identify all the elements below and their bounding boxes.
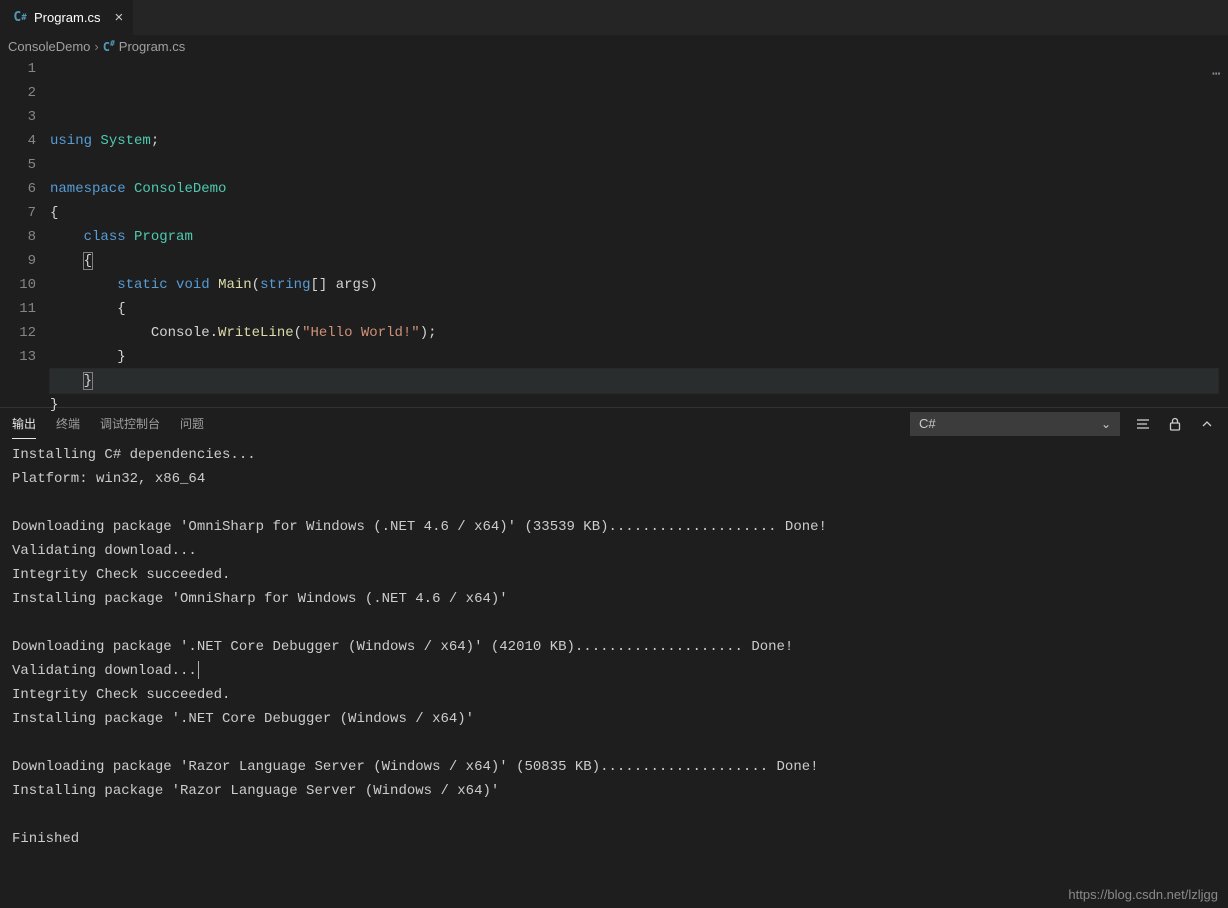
editor-tab-bar: C# Program.cs × [0,0,1228,35]
output-line: Installing package 'OmniSharp for Window… [12,587,1216,611]
line-number: 9 [0,249,36,273]
line-number: 7 [0,201,36,225]
output-line: Validating download... [12,539,1216,563]
code-line[interactable] [50,153,1228,177]
line-number-gutter: 12345678910111213 [0,57,50,407]
line-number: 12 [0,321,36,345]
line-number: 5 [0,153,36,177]
editor-tab-program-cs[interactable]: C# Program.cs × [0,0,134,35]
minimap-icon: ⋯ [1212,63,1226,77]
panel-tab-output[interactable]: 输出 [12,409,36,439]
line-number: 2 [0,81,36,105]
code-line[interactable]: { [50,297,1228,321]
breadcrumb: ConsoleDemo › C# Program.cs [0,35,1228,57]
code-line[interactable]: using System; [50,129,1228,153]
output-line [12,611,1216,635]
code-line[interactable]: { [50,249,1228,273]
output-line [12,731,1216,755]
bottom-panel: 输出终端调试控制台问题 C# ⌄ Installin [0,407,1228,908]
code-line[interactable]: namespace ConsoleDemo [50,177,1228,201]
breadcrumb-folder[interactable]: ConsoleDemo [8,39,90,54]
line-number: 11 [0,297,36,321]
output-line: Finished [12,827,1216,851]
code-line[interactable] [50,417,1228,441]
output-line: Validating download... [12,659,1216,683]
csharp-file-icon: C# [103,39,115,54]
line-number: 10 [0,273,36,297]
close-icon[interactable]: × [114,10,123,25]
output-pane[interactable]: Installing C# dependencies...Platform: w… [0,439,1228,908]
watermark: https://blog.csdn.net/lzljgg [1068,887,1218,902]
output-line: Downloading package '.NET Core Debugger … [12,635,1216,659]
line-number: 1 [0,57,36,81]
tab-filename: Program.cs [34,10,100,25]
code-editor[interactable]: 12345678910111213 ⋯ using System; namesp… [0,57,1228,407]
output-line: Integrity Check succeeded. [12,563,1216,587]
output-line: Platform: win32, x86_64 [12,467,1216,491]
output-line: Installing C# dependencies... [12,443,1216,467]
output-line [12,803,1216,827]
output-line: Installing package 'Razor Language Serve… [12,779,1216,803]
line-number: 4 [0,129,36,153]
line-number: 13 [0,345,36,369]
code-line[interactable]: static void Main(string[] args) [50,273,1228,297]
csharp-file-icon: C# [12,10,28,26]
code-line[interactable]: } [50,345,1228,369]
code-line[interactable]: class Program [50,225,1228,249]
breadcrumb-file[interactable]: C# Program.cs [103,39,186,54]
line-number: 8 [0,225,36,249]
code-line[interactable]: } [50,369,1218,393]
line-number: 6 [0,177,36,201]
output-line: Integrity Check succeeded. [12,683,1216,707]
chevron-right-icon: › [94,39,98,54]
code-line[interactable]: Console.WriteLine("Hello World!"); [50,321,1228,345]
line-number: 3 [0,105,36,129]
code-line[interactable]: } [50,393,1228,417]
output-line: Downloading package 'OmniSharp for Windo… [12,515,1216,539]
output-line [12,491,1216,515]
code-line[interactable]: { [50,201,1228,225]
output-line: Downloading package 'Razor Language Serv… [12,755,1216,779]
code-area[interactable]: ⋯ using System; namespace ConsoleDemo{ c… [50,57,1228,407]
output-line: Installing package '.NET Core Debugger (… [12,707,1216,731]
